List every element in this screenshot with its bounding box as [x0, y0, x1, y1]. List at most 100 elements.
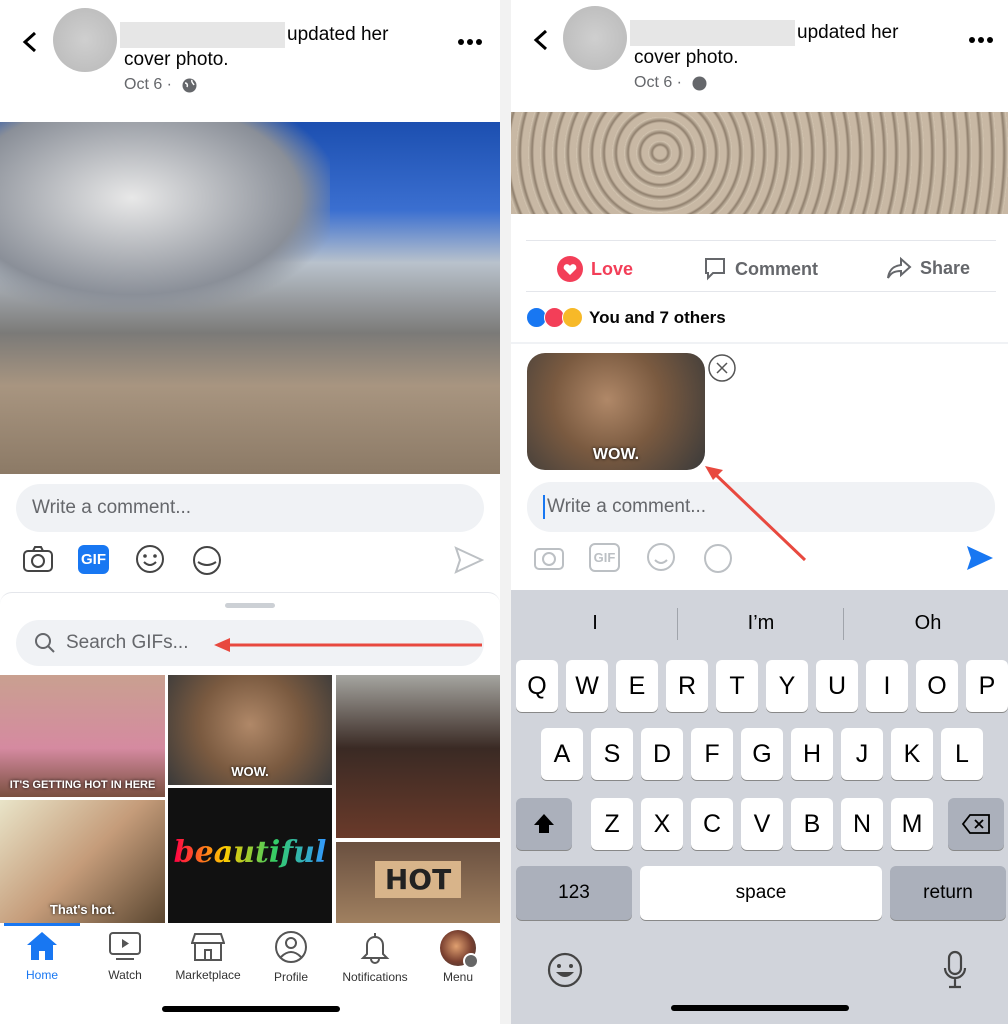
- emoji-icon[interactable]: [646, 542, 676, 572]
- text-caret: [543, 495, 545, 519]
- gif-item[interactable]: HOT: [336, 842, 500, 923]
- bell-icon: [360, 933, 390, 964]
- post-date: Oct 6 ·: [634, 74, 683, 91]
- gif-icon[interactable]: GIF: [78, 545, 109, 574]
- emoji-icon[interactable]: [135, 544, 165, 574]
- key-a[interactable]: A: [541, 728, 583, 780]
- key-r[interactable]: R: [666, 660, 708, 712]
- tab-menu[interactable]: Menu: [416, 930, 500, 984]
- gif-item[interactable]: [336, 675, 500, 838]
- suggestion[interactable]: I: [515, 612, 675, 635]
- key-m[interactable]: M: [891, 798, 933, 850]
- remove-gif-icon[interactable]: [707, 353, 737, 383]
- redacted-name: [120, 22, 285, 48]
- camera-icon[interactable]: [533, 543, 565, 571]
- gif-item[interactable]: beautiful: [168, 788, 332, 923]
- left-screen: updated her cover photo. Oct 6 · Write a…: [0, 0, 500, 1024]
- tab-watch[interactable]: Watch: [83, 930, 167, 982]
- tab-marketplace[interactable]: Marketplace: [166, 930, 250, 982]
- key-i[interactable]: I: [866, 660, 908, 712]
- more-options-icon[interactable]: [969, 36, 993, 44]
- back-icon[interactable]: [20, 30, 42, 54]
- avatar[interactable]: [563, 6, 627, 70]
- home-indicator: [162, 1006, 340, 1012]
- key-h[interactable]: H: [791, 728, 833, 780]
- tab-label: Profile: [273, 970, 308, 984]
- post-date: Oct 6 ·: [124, 76, 173, 93]
- comment-button[interactable]: Comment: [703, 256, 818, 282]
- key-x[interactable]: X: [641, 798, 683, 850]
- gif-caption: beautiful: [173, 835, 327, 870]
- key-g[interactable]: G: [741, 728, 783, 780]
- gif-caption: IT'S GETTING HOT IN HERE: [9, 779, 156, 791]
- shift-key[interactable]: [516, 798, 572, 850]
- love-label: Love: [591, 258, 634, 279]
- comment-placeholder: Write a comment...: [32, 497, 192, 518]
- reactions-summary[interactable]: You and 7 others: [526, 307, 726, 328]
- emoji-keyboard-icon[interactable]: [547, 952, 583, 988]
- microphone-icon[interactable]: [943, 950, 967, 990]
- key-l[interactable]: L: [941, 728, 983, 780]
- key-t[interactable]: T: [716, 660, 758, 712]
- gif-item[interactable]: IT'S GETTING HOT IN HERE: [0, 675, 165, 797]
- key-f[interactable]: F: [691, 728, 733, 780]
- comment-input[interactable]: Write a comment...: [16, 484, 484, 532]
- gif-item[interactable]: That's hot.: [0, 800, 165, 923]
- key-u[interactable]: U: [816, 660, 858, 712]
- sticker-icon[interactable]: [190, 544, 224, 576]
- search-icon: [35, 633, 55, 653]
- return-key[interactable]: return: [890, 866, 1006, 920]
- selected-gif-preview[interactable]: WOW.: [527, 353, 705, 470]
- key-d[interactable]: D: [641, 728, 683, 780]
- backspace-icon: [961, 814, 990, 834]
- key-p[interactable]: P: [966, 660, 1008, 712]
- share-label: Share: [920, 257, 971, 278]
- post-action-text-2: cover photo.: [634, 47, 739, 68]
- home-indicator: [671, 1005, 849, 1011]
- backspace-key[interactable]: [948, 798, 1004, 850]
- avatar[interactable]: [53, 8, 117, 72]
- numbers-key[interactable]: 123: [516, 866, 632, 920]
- search-placeholder: Search GIFs...: [66, 632, 189, 653]
- send-icon[interactable]: [965, 544, 995, 572]
- cover-photo[interactable]: [511, 112, 1008, 214]
- active-tab-indicator: [4, 923, 80, 926]
- key-j[interactable]: J: [841, 728, 883, 780]
- key-k[interactable]: K: [891, 728, 933, 780]
- sheet-handle[interactable]: [225, 603, 275, 608]
- tab-notifications[interactable]: Notifications: [333, 930, 417, 984]
- camera-icon[interactable]: [22, 545, 54, 573]
- post-action-text: updated her: [797, 22, 899, 43]
- gif-icon[interactable]: GIF: [589, 543, 620, 572]
- post-action-text: updated her: [287, 24, 389, 45]
- key-b[interactable]: B: [791, 798, 833, 850]
- divider: [677, 608, 678, 640]
- space-key[interactable]: space: [640, 866, 882, 920]
- key-z[interactable]: Z: [591, 798, 633, 850]
- cover-photo[interactable]: [0, 122, 500, 474]
- menu-icon: [463, 953, 479, 969]
- share-button[interactable]: Share: [886, 256, 970, 280]
- tab-home[interactable]: Home: [0, 930, 84, 982]
- key-y[interactable]: Y: [766, 660, 808, 712]
- key-v[interactable]: V: [741, 798, 783, 850]
- key-c[interactable]: C: [691, 798, 733, 850]
- send-icon[interactable]: [454, 546, 484, 574]
- key-o[interactable]: O: [916, 660, 958, 712]
- key-s[interactable]: S: [591, 728, 633, 780]
- suggestion[interactable]: Oh: [848, 612, 1008, 635]
- back-icon[interactable]: [531, 28, 553, 52]
- tab-label: Notifications: [342, 970, 408, 984]
- more-options-icon[interactable]: [458, 38, 482, 46]
- suggestion[interactable]: I’m: [681, 612, 841, 635]
- key-w[interactable]: W: [566, 660, 608, 712]
- tab-profile[interactable]: Profile: [249, 930, 333, 984]
- marketplace-icon: [191, 933, 225, 961]
- key-q[interactable]: Q: [516, 660, 558, 712]
- key-e[interactable]: E: [616, 660, 658, 712]
- gif-item[interactable]: WOW.: [168, 675, 332, 785]
- love-button[interactable]: Love: [557, 256, 633, 282]
- divider: [843, 608, 844, 640]
- comment-placeholder: Write a comment...: [547, 496, 707, 517]
- key-n[interactable]: N: [841, 798, 883, 850]
